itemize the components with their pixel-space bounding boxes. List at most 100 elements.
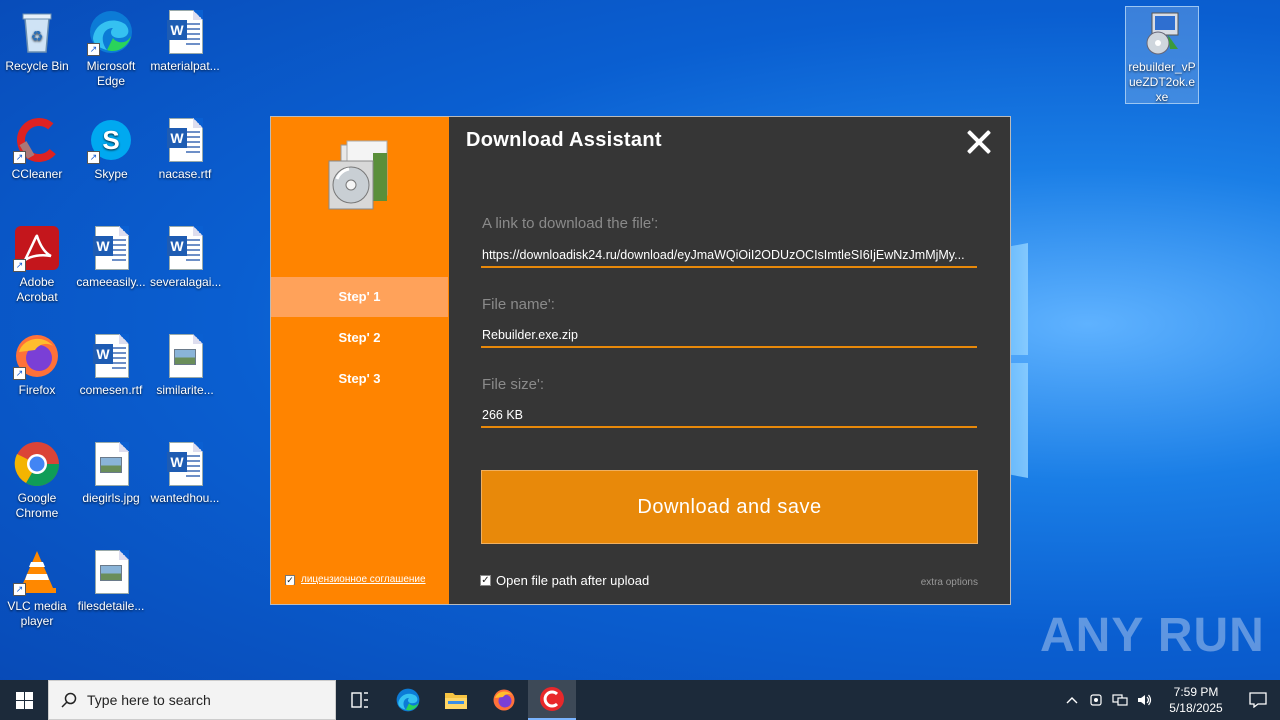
meet-now-icon[interactable] <box>1084 680 1108 720</box>
desktop-icon-recycle-bin[interactable]: ♻ Recycle Bin <box>0 8 74 74</box>
taskbar-clock[interactable]: 7:59 PM 5/18/2025 <box>1156 684 1236 716</box>
task-view-button[interactable] <box>336 680 384 720</box>
notification-icon <box>1249 692 1267 708</box>
clock-time: 7:59 PM <box>1173 685 1219 699</box>
desktop-icon-skype[interactable]: S ↗ Skype <box>74 116 148 182</box>
desktop-icon-ccleaner[interactable]: ↗ CCleaner <box>0 116 74 182</box>
shortcut-arrow-icon: ↗ <box>13 583 26 596</box>
installer-exe-icon <box>1138 9 1186 57</box>
image-file-icon <box>87 548 135 596</box>
filesize-label: File size': <box>482 376 545 393</box>
desktop-icon-nacase[interactable]: W nacase.rtf <box>148 116 222 182</box>
desktop-icon-cameeasily[interactable]: W cameeasily... <box>74 224 148 290</box>
start-button[interactable] <box>0 680 48 720</box>
desktop-icon-label: filesdetaile... <box>77 599 145 613</box>
desktop-icon-label: comesen.rtf <box>79 383 143 397</box>
svg-text:S: S <box>102 125 119 155</box>
ccleaner-icon: ↗ <box>13 116 61 164</box>
system-tray: 7:59 PM 5/18/2025 <box>1060 680 1280 720</box>
step-3-tab[interactable]: Step' 3 <box>271 359 448 399</box>
desktop-icon-severalagai[interactable]: W severalagai... <box>148 224 222 290</box>
step-2-tab[interactable]: Step' 2 <box>271 318 448 358</box>
license-agreement: ✓ лицензионное соглашение <box>285 574 426 585</box>
desktop-icon-comesen[interactable]: W comesen.rtf <box>74 332 148 398</box>
taskbar-active-app[interactable] <box>528 680 576 720</box>
software-box-icon <box>323 139 399 215</box>
desktop-icon-label: materialpat... <box>150 59 220 73</box>
download-and-save-button[interactable]: Download and save <box>481 470 978 544</box>
desktop-icon-firefox[interactable]: ↗ Firefox <box>0 332 74 398</box>
desktop-icon-diegirls[interactable]: diegirls.jpg <box>74 440 148 506</box>
svg-text:♻: ♻ <box>31 28 44 44</box>
shortcut-arrow-icon: ↗ <box>87 151 100 164</box>
download-link-field[interactable]: https://downloadisk24.ru/download/eyJmaW… <box>481 244 977 268</box>
desktop-icon-label: Firefox <box>18 383 56 397</box>
desktop-icon-label: cameeasily... <box>76 275 146 289</box>
shortcut-arrow-icon: ↗ <box>13 259 26 272</box>
desktop-icon-label: similarite... <box>156 383 214 397</box>
notification-center-button[interactable] <box>1236 680 1280 720</box>
windows-start-icon <box>16 692 24 700</box>
chevron-up-icon[interactable] <box>1060 680 1084 720</box>
desktop-icon-filesdetaile[interactable]: filesdetaile... <box>74 548 148 614</box>
filename-field[interactable]: Rebuilder.exe.zip <box>481 324 977 348</box>
desktop-icon-edge[interactable]: ↗ Microsoft Edge <box>74 8 148 89</box>
desktop-icon-wantedhou[interactable]: W wantedhou... <box>148 440 222 506</box>
license-checkbox[interactable]: ✓ <box>285 574 295 585</box>
volume-icon[interactable] <box>1132 680 1156 720</box>
shortcut-arrow-icon: ↗ <box>13 151 26 164</box>
search-placeholder: Type here to search <box>87 692 211 708</box>
desktop-icon-similarite[interactable]: similarite... <box>148 332 222 398</box>
open-path-option[interactable]: ✓ Open file path after upload <box>480 573 649 588</box>
firefox-icon: ↗ <box>13 332 61 380</box>
download-assistant-dialog: Step' 1 Step' 2 Step' 3 ✓ лицензионное с… <box>270 116 1011 605</box>
taskbar-edge[interactable] <box>384 680 432 720</box>
chrome-icon <box>13 440 61 488</box>
taskbar-search-box[interactable]: Type here to search <box>48 680 336 720</box>
desktop-icon-rebuilder-exe[interactable]: rebuilder_vPueZDT2ok.exe <box>1125 6 1199 104</box>
desktop-icon-label: Microsoft Edge <box>86 59 136 88</box>
folder-icon <box>445 693 467 709</box>
open-path-label: Open file path after upload <box>496 573 650 588</box>
step-1-tab[interactable]: Step' 1 <box>271 277 448 317</box>
desktop-icon-label: diegirls.jpg <box>82 491 140 505</box>
word-document-icon: W <box>161 440 209 488</box>
filesize-field[interactable]: 266 KB <box>481 404 977 428</box>
shortcut-arrow-icon: ↗ <box>13 367 26 380</box>
dialog-title: Download Assistant <box>466 129 662 151</box>
desktop-icon-label: Recycle Bin <box>5 59 69 73</box>
image-file-icon <box>87 440 135 488</box>
dialog-sidebar: Step' 1 Step' 2 Step' 3 ✓ лицензионное с… <box>271 117 449 604</box>
dialog-main: Download Assistant A link to download th… <box>449 117 1010 604</box>
desktop-icon-materialpat[interactable]: W materialpat... <box>148 8 222 74</box>
desktop-icon-google-chrome[interactable]: Google Chrome <box>0 440 74 521</box>
desktop-icon-label: VLC media player <box>7 599 67 628</box>
network-icon[interactable] <box>1108 680 1132 720</box>
vlc-icon: ↗ <box>13 548 61 596</box>
edge-icon <box>396 688 420 712</box>
desktop-icon-label: CCleaner <box>11 167 63 181</box>
app-c-icon <box>540 687 564 711</box>
desktop-icon-label: nacase.rtf <box>158 167 212 181</box>
license-agreement-link[interactable]: лицензионное соглашение <box>301 574 426 585</box>
desktop-icon-label: wantedhou... <box>150 491 220 505</box>
desktop-icon-label: Adobe Acrobat <box>16 275 58 304</box>
desktop-icon-label: rebuilder_vPueZDT2ok.exe <box>1128 60 1196 104</box>
filename-label: File name': <box>482 296 555 313</box>
open-path-checkbox[interactable]: ✓ <box>480 575 491 586</box>
close-icon[interactable] <box>966 129 992 155</box>
search-icon <box>61 692 77 708</box>
desktop-icon-vlc[interactable]: ↗ VLC media player <box>0 548 74 629</box>
task-view-icon <box>351 692 368 708</box>
taskbar-file-explorer[interactable] <box>432 680 480 720</box>
skype-icon: S ↗ <box>87 116 135 164</box>
desktop-icon-label: Google Chrome <box>15 491 59 520</box>
recycle-bin-icon: ♻ <box>13 8 61 56</box>
desktop-icon-adobe-acrobat[interactable]: ↗ Adobe Acrobat <box>0 224 74 305</box>
extra-options-link[interactable]: extra options <box>921 577 978 588</box>
edge-icon: ↗ <box>87 8 135 56</box>
word-document-icon: W <box>161 8 209 56</box>
taskbar-firefox[interactable] <box>480 680 528 720</box>
shortcut-arrow-icon: ↗ <box>87 43 100 56</box>
desktop-icon-label: Skype <box>94 167 128 181</box>
